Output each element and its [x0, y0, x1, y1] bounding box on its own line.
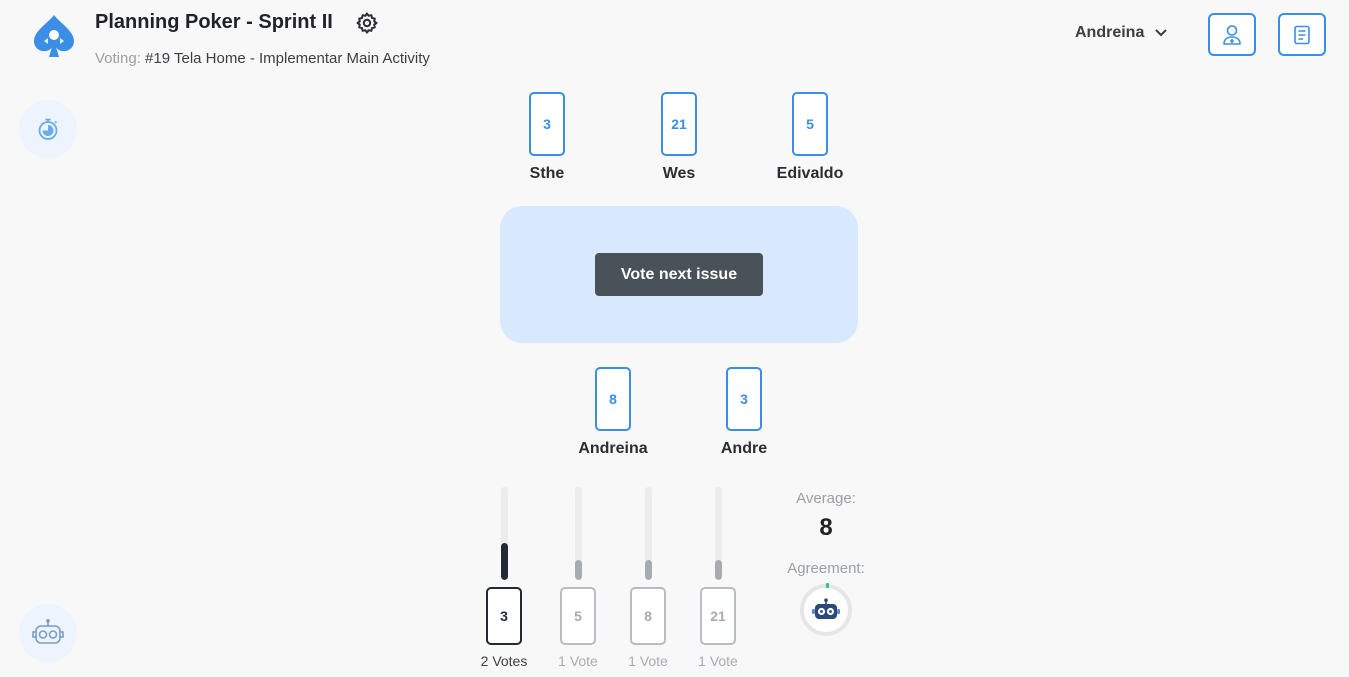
document-list-icon [1294, 25, 1310, 44]
vote-result: 5 1 Vote [548, 487, 608, 669]
agreement-indicator [800, 583, 852, 636]
player-name: Wes [662, 165, 696, 182]
result-card: 21 [700, 587, 736, 645]
vote-count: 1 Vote [698, 653, 738, 669]
vote-result: 21 1 Vote [688, 487, 748, 669]
vote-result: 8 1 Vote [618, 487, 678, 669]
poker-table: Vote next issue [500, 206, 858, 343]
player-name: Andreina [578, 440, 648, 457]
stopwatch-icon [38, 118, 58, 140]
player-card: 5 [792, 92, 828, 156]
result-card: 8 [630, 587, 666, 645]
issues-list-button[interactable] [1278, 13, 1326, 56]
vote-next-issue-button[interactable]: Vote next issue [595, 253, 763, 296]
player-name: Andre [720, 440, 768, 457]
vote-stats: Average: 8 Agreement: [776, 490, 876, 636]
result-card: 5 [560, 587, 596, 645]
vote-bar-fill [714, 560, 722, 580]
page-title: Planning Poker - Sprint II [95, 11, 333, 33]
voting-prefix: Voting: [95, 50, 141, 67]
player-card: 21 [661, 92, 697, 156]
player-seat: 21 Wes [629, 92, 729, 183]
player-name: Edivaldo [776, 165, 844, 182]
robot-icon [32, 619, 64, 644]
timer-button[interactable] [19, 100, 77, 158]
invite-players-button[interactable] [1208, 13, 1256, 56]
user-name: Andreina [1075, 24, 1145, 41]
user-menu[interactable]: Andreina [1075, 24, 1168, 42]
vote-count: 2 Votes [480, 653, 528, 669]
average-value: 8 [819, 514, 833, 541]
vote-bar [714, 487, 722, 580]
bot-button[interactable] [19, 604, 77, 662]
player-card: 3 [726, 367, 762, 431]
gear-icon[interactable] [355, 11, 379, 35]
chevron-down-icon [1155, 29, 1168, 37]
vote-bar [644, 487, 652, 580]
app-logo[interactable] [30, 13, 78, 59]
agreement-label: Agreement: [787, 560, 865, 577]
vote-count: 1 Vote [628, 653, 668, 669]
result-card: 3 [486, 587, 522, 645]
player-seat: 3 Andre [694, 367, 794, 458]
player-seat: 8 Andreina [563, 367, 663, 458]
robot-icon [812, 598, 840, 619]
current-issue: Voting: #19 Tela Home - Implementar Main… [95, 50, 430, 67]
player-seat: 3 Sthe [497, 92, 597, 183]
vote-count: 1 Vote [558, 653, 598, 669]
player-name: Sthe [529, 165, 565, 182]
average-label: Average: [796, 490, 856, 507]
player-card: 3 [529, 92, 565, 156]
player-seat: 5 Edivaldo [760, 92, 860, 183]
vote-result: 3 2 Votes [474, 487, 534, 669]
add-user-icon [1223, 24, 1241, 45]
vote-bar-fill [574, 560, 582, 580]
player-card: 8 [595, 367, 631, 431]
agreement-tick [826, 583, 829, 588]
vote-bar-fill [500, 543, 508, 580]
voting-issue: #19 Tela Home - Implementar Main Activit… [145, 50, 430, 67]
vote-bar-fill [644, 560, 652, 580]
vote-bar [500, 487, 508, 580]
vote-bar [574, 487, 582, 580]
